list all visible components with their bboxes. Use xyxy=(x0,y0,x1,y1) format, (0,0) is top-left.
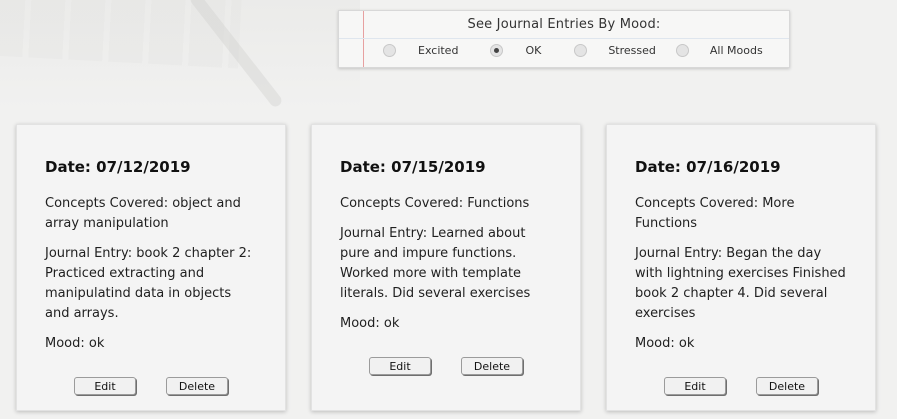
entry-date: Date: 07/16/2019 xyxy=(635,158,781,176)
mood-option-stressed[interactable]: Stressed xyxy=(574,44,676,57)
notebook-rule-line xyxy=(339,38,789,39)
mood-option-label: Excited xyxy=(418,44,459,57)
entry-date: Date: 07/15/2019 xyxy=(340,158,486,176)
mood-option-all-moods[interactable]: All Moods xyxy=(675,44,763,57)
entry-date: Date: 07/12/2019 xyxy=(45,158,191,176)
edit-button[interactable]: Edit xyxy=(369,357,431,375)
journal-entry-card: Date: 07/12/2019 Concepts Covered: objec… xyxy=(16,124,286,411)
radio-ok[interactable] xyxy=(490,44,504,57)
entry-concepts: Concepts Covered: More Functions xyxy=(635,196,795,231)
entry-content: Date: 07/12/2019 Concepts Covered: objec… xyxy=(45,158,259,354)
mood-option-label: OK xyxy=(525,44,542,57)
mood-radio-group: Excited OK Stressed All Moods xyxy=(383,44,763,57)
journal-entry-card: Date: 07/16/2019 Concepts Covered: More … xyxy=(606,124,876,411)
radio-excited[interactable] xyxy=(383,44,396,57)
entry-actions: Edit Delete xyxy=(607,377,875,395)
entry-mood: Mood: ok xyxy=(45,336,105,351)
mood-option-excited[interactable]: Excited xyxy=(383,44,490,57)
entry-journal-text: Journal Entry: Learned about pure and im… xyxy=(340,226,531,301)
mood-filter-title: See Journal Entries By Mood: xyxy=(467,17,661,32)
entry-mood: Mood: ok xyxy=(340,316,400,331)
edit-button[interactable]: Edit xyxy=(664,377,726,395)
mood-option-ok[interactable]: OK xyxy=(490,44,574,57)
entry-content: Date: 07/16/2019 Concepts Covered: More … xyxy=(635,158,849,354)
mood-option-label: Stressed xyxy=(608,44,656,57)
radio-stressed[interactable] xyxy=(574,44,588,57)
delete-button[interactable]: Delete xyxy=(166,377,228,395)
entry-content: Date: 07/15/2019 Concepts Covered: Funct… xyxy=(340,158,554,334)
delete-button[interactable]: Delete xyxy=(756,377,818,395)
journal-page: See Journal Entries By Mood: Excited OK … xyxy=(0,0,897,419)
mood-filter-panel: See Journal Entries By Mood: Excited OK … xyxy=(338,10,790,68)
entry-mood: Mood: ok xyxy=(635,336,695,351)
entry-journal-text: Journal Entry: Began the day with lightn… xyxy=(635,246,846,321)
radio-all-moods[interactable] xyxy=(675,44,689,57)
journal-entry-card: Date: 07/15/2019 Concepts Covered: Funct… xyxy=(311,124,581,411)
entry-concepts: Concepts Covered: object and array manip… xyxy=(45,196,241,231)
entry-actions: Edit Delete xyxy=(17,377,285,395)
entry-actions: Edit Delete xyxy=(312,357,580,375)
edit-button[interactable]: Edit xyxy=(74,377,136,395)
entry-journal-text: Journal Entry: book 2 chapter 2: Practic… xyxy=(45,246,252,321)
entry-concepts: Concepts Covered: Functions xyxy=(340,196,530,211)
mood-option-label: All Moods xyxy=(709,44,763,57)
delete-button[interactable]: Delete xyxy=(461,357,523,375)
